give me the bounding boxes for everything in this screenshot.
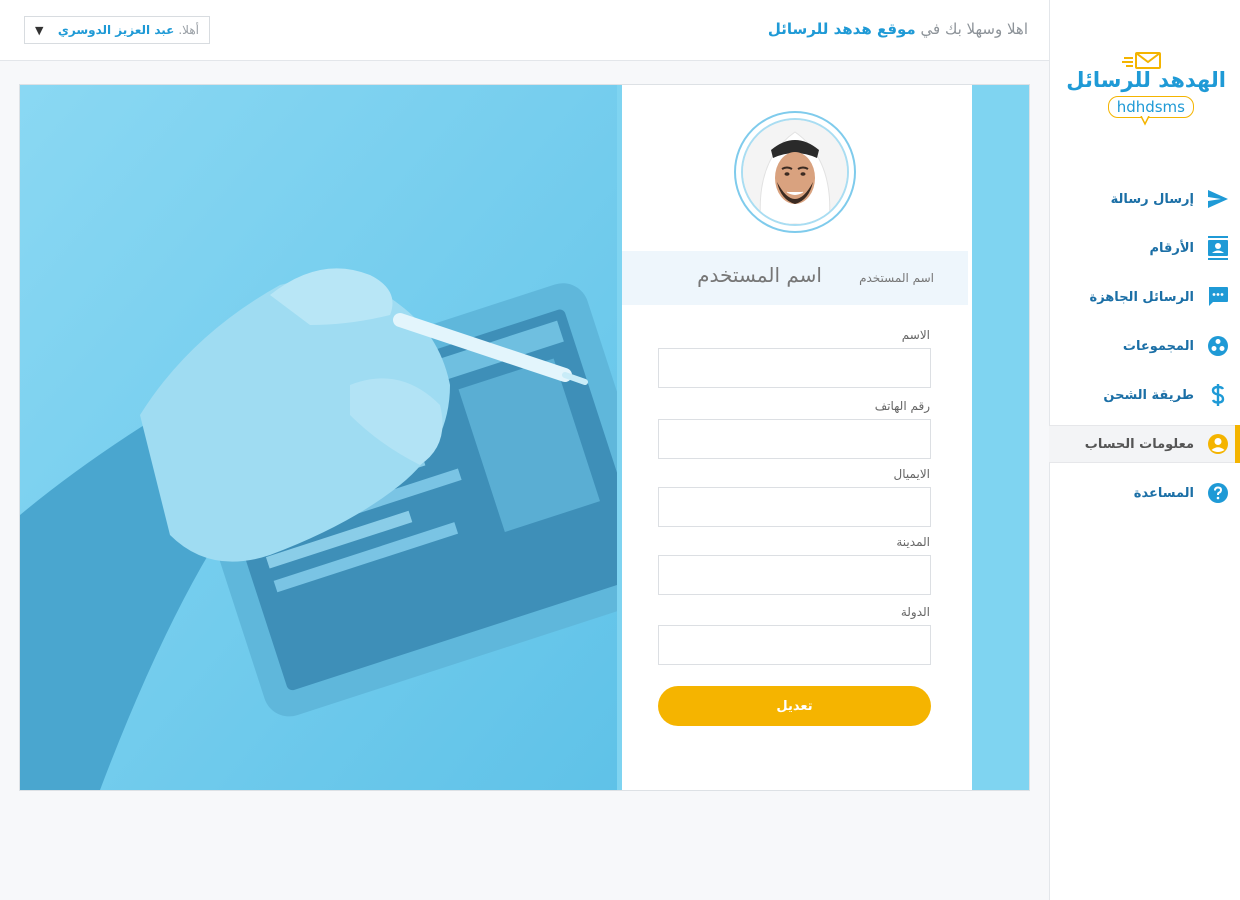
sidebar-item-label: الأرقام (1149, 240, 1194, 256)
logo-subtitle: hdhdsms (1107, 96, 1194, 118)
profile-card: اسم المستخدم اسم المستخدم الاسم رقم الها… (19, 84, 1030, 791)
sidebar-item-help[interactable]: المساعدة (1049, 474, 1240, 512)
chat-icon (1206, 285, 1230, 309)
sidebar-nav: إرسال رسالة الأرقام الرسائل الجاهزة المج… (1049, 180, 1240, 523)
account-icon (1206, 432, 1230, 456)
sidebar-item-account-info[interactable]: معلومات الحساب (1049, 425, 1240, 463)
city-label: المدينة (896, 535, 930, 549)
greeting-label: أهلا (182, 23, 199, 37)
welcome-prefix: اهلا وسهلا بك في (920, 20, 1029, 38)
sidebar-item-label: إرسال رسالة (1110, 191, 1194, 207)
edit-button[interactable]: تعديل (658, 686, 931, 726)
send-icon (1206, 187, 1230, 211)
sidebar-item-payment[interactable]: طريقة الشحن (1049, 376, 1240, 414)
username-value: اسم المستخدم (697, 263, 822, 287)
avatar (741, 118, 849, 226)
contacts-icon (1206, 236, 1230, 260)
country-field[interactable] (658, 625, 931, 665)
sidebar-item-label: طريقة الشحن (1103, 387, 1194, 403)
email-label: الايميال (893, 467, 930, 481)
sidebar: الهدهد للرسائل hdhdsms إرسال رسالة الأرق… (1049, 0, 1240, 900)
sidebar-item-label: المساعدة (1133, 485, 1194, 501)
username-caption: اسم المستخدم (859, 271, 934, 285)
sidebar-item-label: معلومات الحساب (1084, 436, 1194, 452)
bubble-tail-icon (1140, 116, 1150, 126)
groups-icon (1206, 334, 1230, 358)
decorative-strip (972, 85, 1029, 790)
top-bar: اهلا وسهلا بك في موقع هدهد للرسائل أهلا.… (0, 0, 1049, 61)
sidebar-item-ready-messages[interactable]: الرسائل الجاهزة (1049, 278, 1240, 316)
caret-down-icon: ▼ (35, 24, 44, 37)
city-field[interactable] (658, 555, 931, 595)
email-field[interactable] (658, 487, 931, 527)
username-label: عبد العزيز الدوسري (57, 23, 175, 37)
help-icon (1206, 481, 1230, 505)
hero-image (20, 85, 617, 790)
welcome-site-name: موقع هدهد للرسائل (767, 20, 916, 38)
sidebar-item-groups[interactable]: المجموعات (1049, 327, 1240, 365)
user-menu-dropdown[interactable]: أهلا. عبد العزيز الدوسري ▼ (24, 16, 210, 44)
sidebar-item-label: الرسائل الجاهزة (1089, 289, 1194, 305)
country-label: الدولة (900, 605, 930, 619)
tablet-hand-illustration (20, 85, 617, 790)
sidebar-item-label: المجموعات (1122, 338, 1194, 354)
dollar-icon (1206, 383, 1230, 407)
name-field[interactable] (658, 348, 931, 388)
sidebar-item-numbers[interactable]: الأرقام (1049, 229, 1240, 267)
logo[interactable]: الهدهد للرسائل hdhdsms (1064, 50, 1226, 130)
phone-field[interactable] (658, 419, 931, 459)
account-form-panel: اسم المستخدم اسم المستخدم الاسم رقم الها… (622, 85, 972, 790)
avatar-frame (734, 111, 856, 233)
name-label: الاسم (901, 328, 930, 342)
welcome-message: اهلا وسهلا بك في موقع هدهد للرسائل (768, 20, 1028, 38)
sidebar-item-send-message[interactable]: إرسال رسالة (1049, 180, 1240, 218)
phone-label: رقم الهاتف (874, 399, 930, 413)
logo-title: الهدهد للرسائل (1066, 68, 1226, 92)
username-strip: اسم المستخدم اسم المستخدم (622, 251, 968, 305)
